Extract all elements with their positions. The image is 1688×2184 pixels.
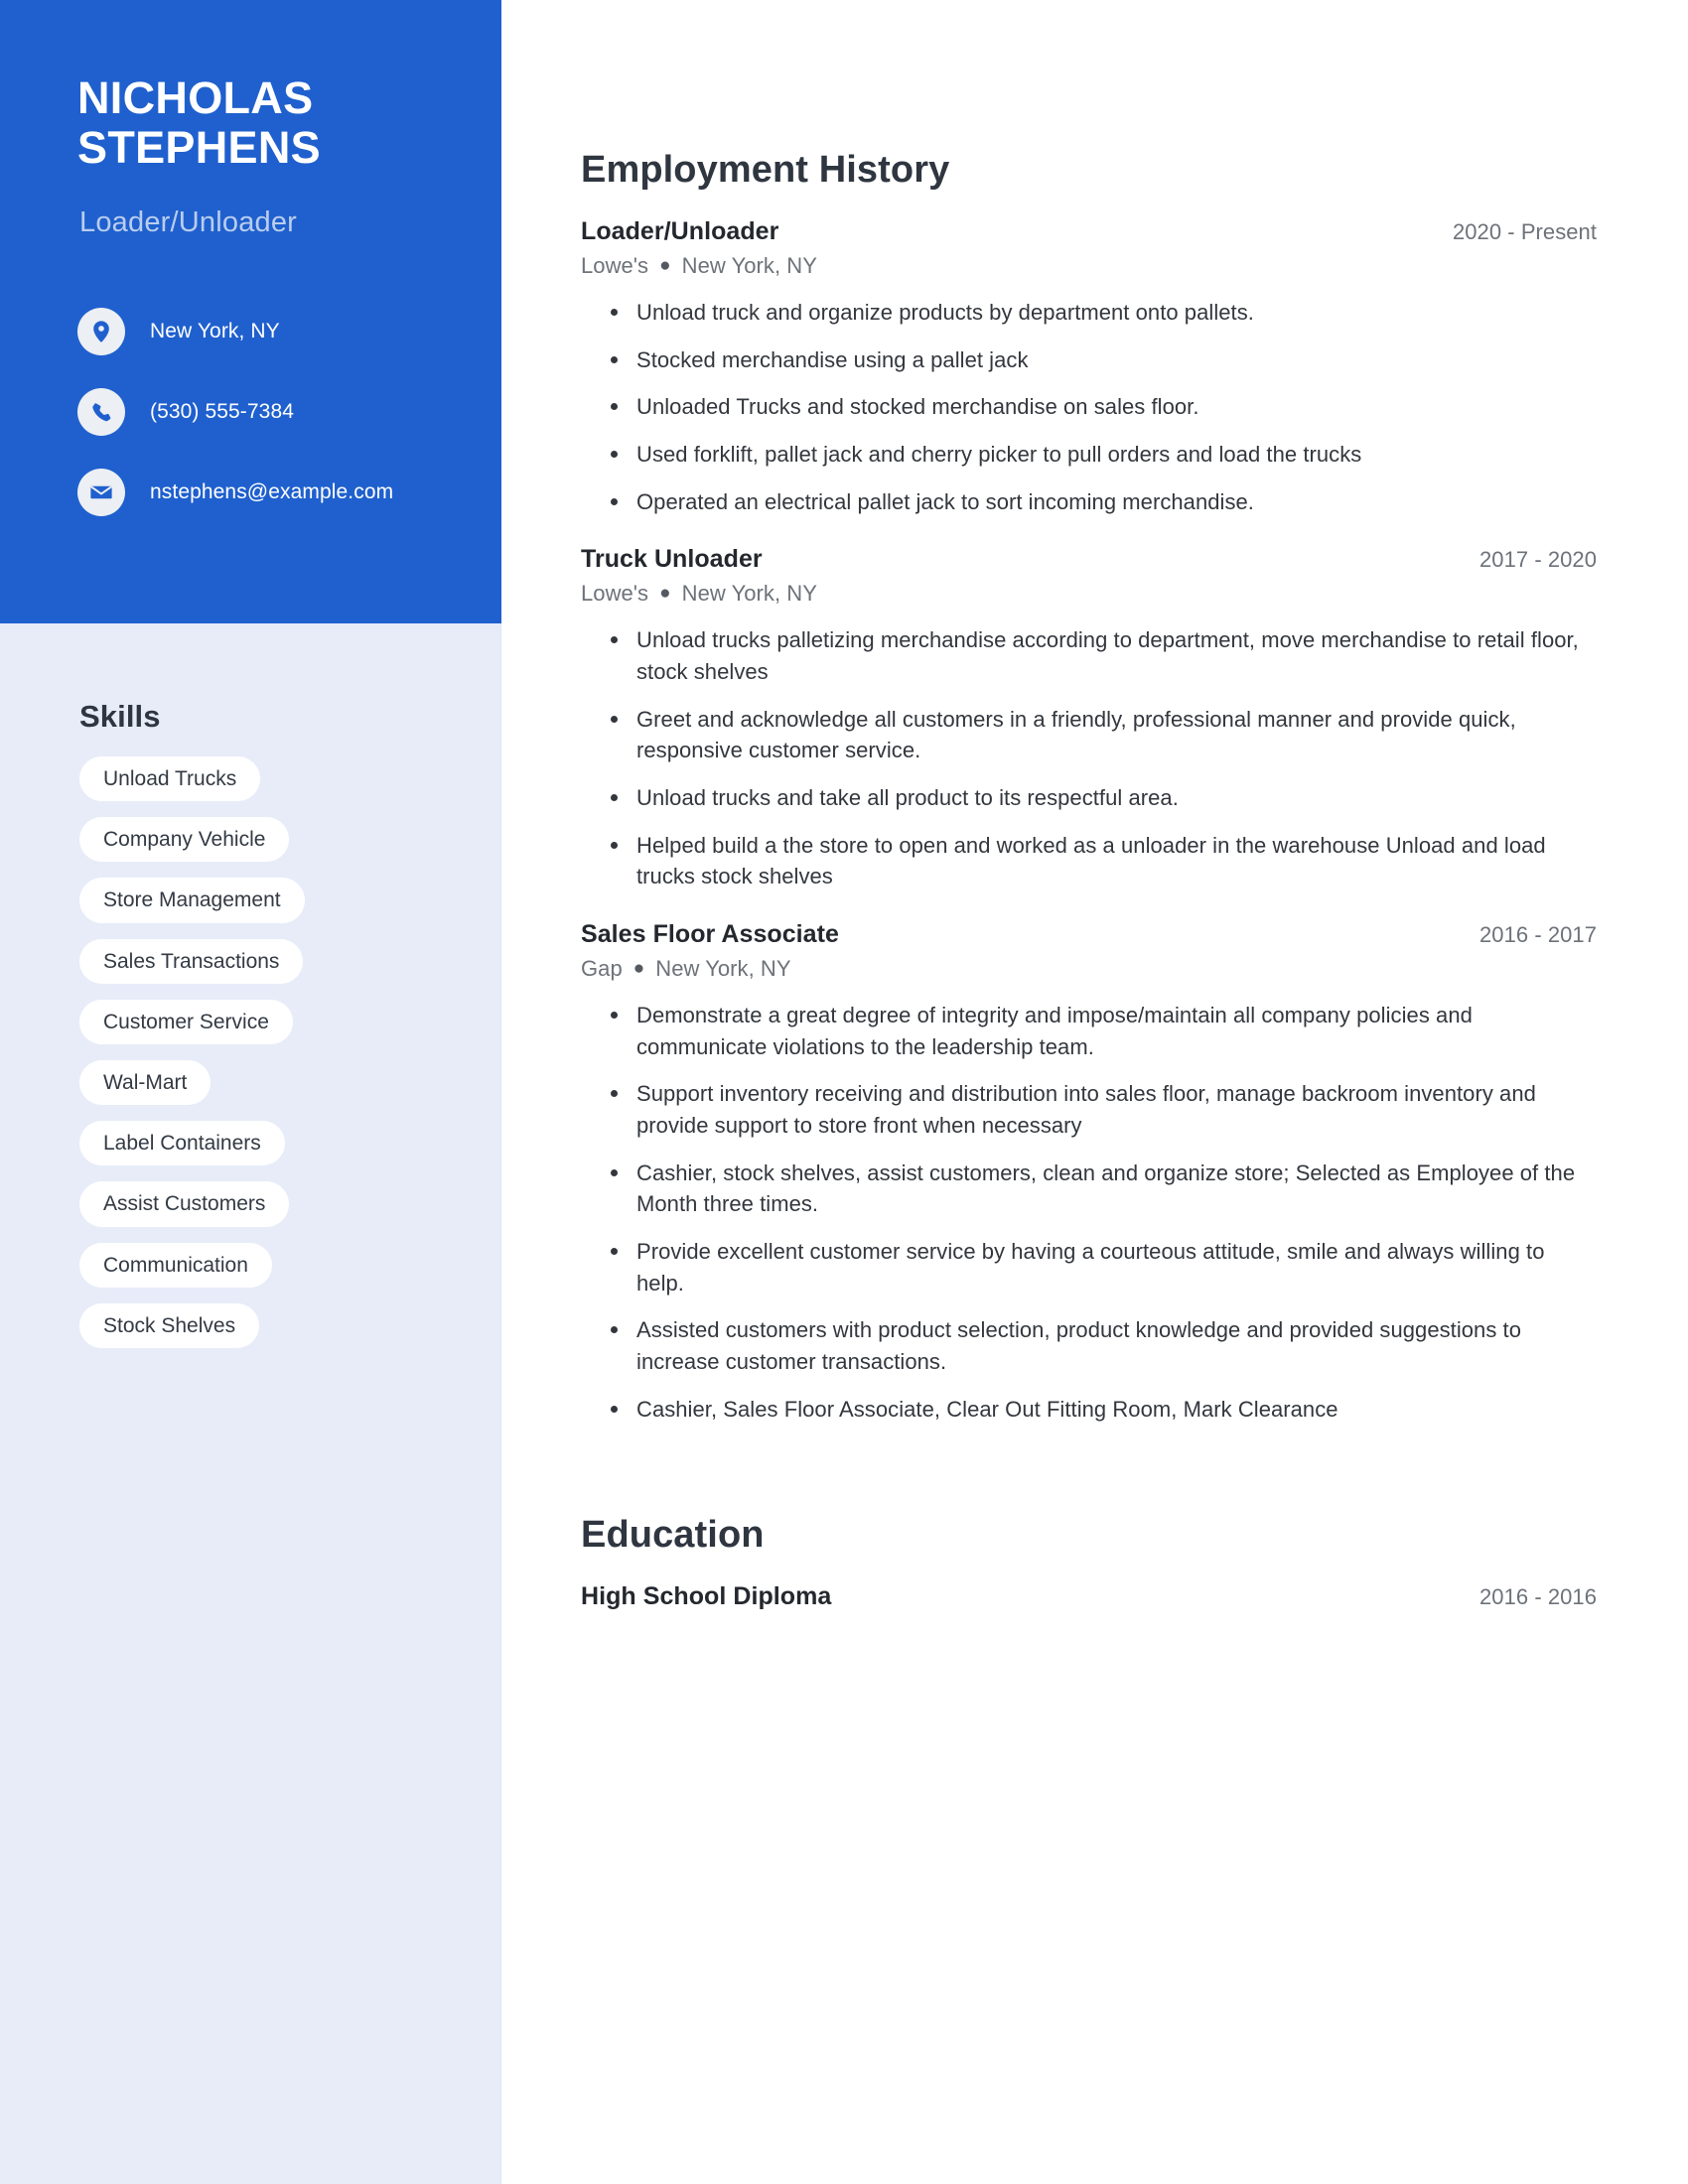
bullet-item: Operated an electrical pallet jack to so… xyxy=(611,486,1597,518)
bullet-item: Cashier, stock shelves, assist customers… xyxy=(611,1158,1597,1220)
skill-pill: Communication xyxy=(79,1242,272,1288)
education-entry-title: High School Diploma xyxy=(581,1582,832,1611)
employment-entry-dates: 2016 - 2017 xyxy=(1479,922,1597,948)
envelope-icon xyxy=(77,469,125,516)
employment-entry-location: New York, NY xyxy=(681,581,817,607)
skill-pill: Company Vehicle xyxy=(79,817,290,863)
candidate-last-name: STEPHENS xyxy=(77,122,321,174)
bullet-item: Unloaded Trucks and stocked merchandise … xyxy=(611,391,1597,423)
skill-pill: Label Containers xyxy=(79,1121,285,1166)
skill-pill: Customer Service xyxy=(79,999,293,1044)
dot-separator-icon: ● xyxy=(633,958,645,980)
employment-entry-dates: 2017 - 2020 xyxy=(1479,547,1597,573)
candidate-headline: Loader/Unloader xyxy=(79,206,298,238)
employment-entry-bullets: Demonstrate a great degree of integrity … xyxy=(581,1000,1597,1425)
contact-item-email: nstephens@example.com xyxy=(77,469,475,516)
bullet-item: Provide excellent customer service by ha… xyxy=(611,1236,1597,1298)
resume-page: NICHOLAS STEPHENS Loader/Unloader New Yo… xyxy=(0,0,1688,2184)
employment-entry-bullets: Unload trucks palletizing merchandise ac… xyxy=(581,624,1597,892)
skill-pill: Wal-Mart xyxy=(79,1059,211,1106)
skills-heading: Skills xyxy=(79,699,161,734)
bullet-item: Assisted customers with product selectio… xyxy=(611,1314,1597,1377)
education-entry-dates: 2016 - 2016 xyxy=(1479,1584,1597,1610)
skill-pill: Unload Trucks xyxy=(79,756,261,802)
sidebar: NICHOLAS STEPHENS Loader/Unloader New Yo… xyxy=(0,0,501,2184)
employment-history-heading: Employment History xyxy=(581,149,950,191)
employment-entry: Truck Unloader 2017 - 2020 Lowe's ● New Yo… xyxy=(581,545,1597,892)
employment-entry-head: Truck Unloader 2017 - 2020 xyxy=(581,545,1597,574)
employment-entry: Loader/Unloader 2020 - Present Lowe's ● Ne… xyxy=(581,217,1597,517)
bullet-item: Cashier, Sales Floor Associate, Clear Ou… xyxy=(611,1394,1597,1426)
bullet-item: Unload trucks and take all product to it… xyxy=(611,782,1597,814)
bullet-item: Helped build a the store to open and wor… xyxy=(611,830,1597,892)
skills-section: Skills Unload Trucks Company Vehicle Sto… xyxy=(0,623,501,1364)
bullet-item: Unload truck and organize products by de… xyxy=(611,297,1597,329)
skill-pill: Stock Shelves xyxy=(79,1302,260,1348)
skills-list: Unload Trucks Company Vehicle Store Mana… xyxy=(60,756,442,1364)
bullet-item: Demonstrate a great degree of integrity … xyxy=(611,1000,1597,1062)
employment-entry-subtitle: Gap ● New York, NY xyxy=(581,956,1597,982)
employment-entry-head: Sales Floor Associate 2016 - 2017 xyxy=(581,920,1597,949)
employment-entry-subtitle: Lowe's ● New York, NY xyxy=(581,581,1597,607)
contact-item-phone: (530) 555-7384 xyxy=(77,388,475,436)
bullet-item: Greet and acknowledge all customers in a… xyxy=(611,704,1597,766)
phone-icon xyxy=(77,388,125,436)
contact-email-text: nstephens@example.com xyxy=(150,480,394,503)
bullet-item: Unload trucks palletizing merchandise ac… xyxy=(611,624,1597,687)
skill-pill: Sales Transactions xyxy=(79,938,304,984)
employment-entry-dates: 2020 - Present xyxy=(1452,219,1597,244)
employment-entry-title: Truck Unloader xyxy=(581,545,763,574)
skill-pill: Store Management xyxy=(79,878,305,923)
contact-item-location: New York, NY xyxy=(77,308,475,355)
bullet-item: Stocked merchandise using a pallet jack xyxy=(611,344,1597,376)
employment-entry-location: New York, NY xyxy=(655,956,791,982)
employment-entry: Sales Floor Associate 2016 - 2017 Gap ● Ne… xyxy=(581,920,1597,1425)
candidate-first-name: NICHOLAS xyxy=(77,72,314,123)
sidebar-header: NICHOLAS STEPHENS Loader/Unloader New Yo… xyxy=(0,0,501,623)
dot-separator-icon: ● xyxy=(659,255,671,276)
employment-entry-company: Lowe's xyxy=(581,253,649,278)
contact-phone-text: (530) 555-7384 xyxy=(150,400,295,423)
education-entry-head: High School Diploma 2016 - 2016 xyxy=(581,1582,1597,1611)
contact-list: New York, NY (530) 555-7384 nstephens@ex… xyxy=(77,308,475,549)
candidate-name: NICHOLAS STEPHENS xyxy=(77,72,475,174)
employment-entry-title: Sales Floor Associate xyxy=(581,920,839,949)
main-content: Employment History Loader/Unloader 2020 … xyxy=(501,0,1688,2184)
contact-location-text: New York, NY xyxy=(150,320,280,342)
employment-entry-title: Loader/Unloader xyxy=(581,217,779,245)
employment-entry-company: Lowe's xyxy=(581,581,649,607)
bullet-item: Used forklift, pallet jack and cherry pi… xyxy=(611,439,1597,471)
dot-separator-icon: ● xyxy=(659,583,671,605)
employment-entry-company: Gap xyxy=(581,956,623,982)
employment-entry-head: Loader/Unloader 2020 - Present xyxy=(581,217,1597,246)
bullet-item: Support inventory receiving and distribu… xyxy=(611,1078,1597,1141)
employment-entry-subtitle: Lowe's ● New York, NY xyxy=(581,253,1597,279)
employment-entry-location: New York, NY xyxy=(681,253,817,278)
skill-pill: Assist Customers xyxy=(79,1181,290,1227)
location-pin-icon xyxy=(77,308,125,355)
employment-entry-bullets: Unload truck and organize products by de… xyxy=(581,297,1597,517)
education-entry: High School Diploma 2016 - 2016 xyxy=(581,1582,1597,1611)
education-heading: Education xyxy=(581,1514,765,1557)
